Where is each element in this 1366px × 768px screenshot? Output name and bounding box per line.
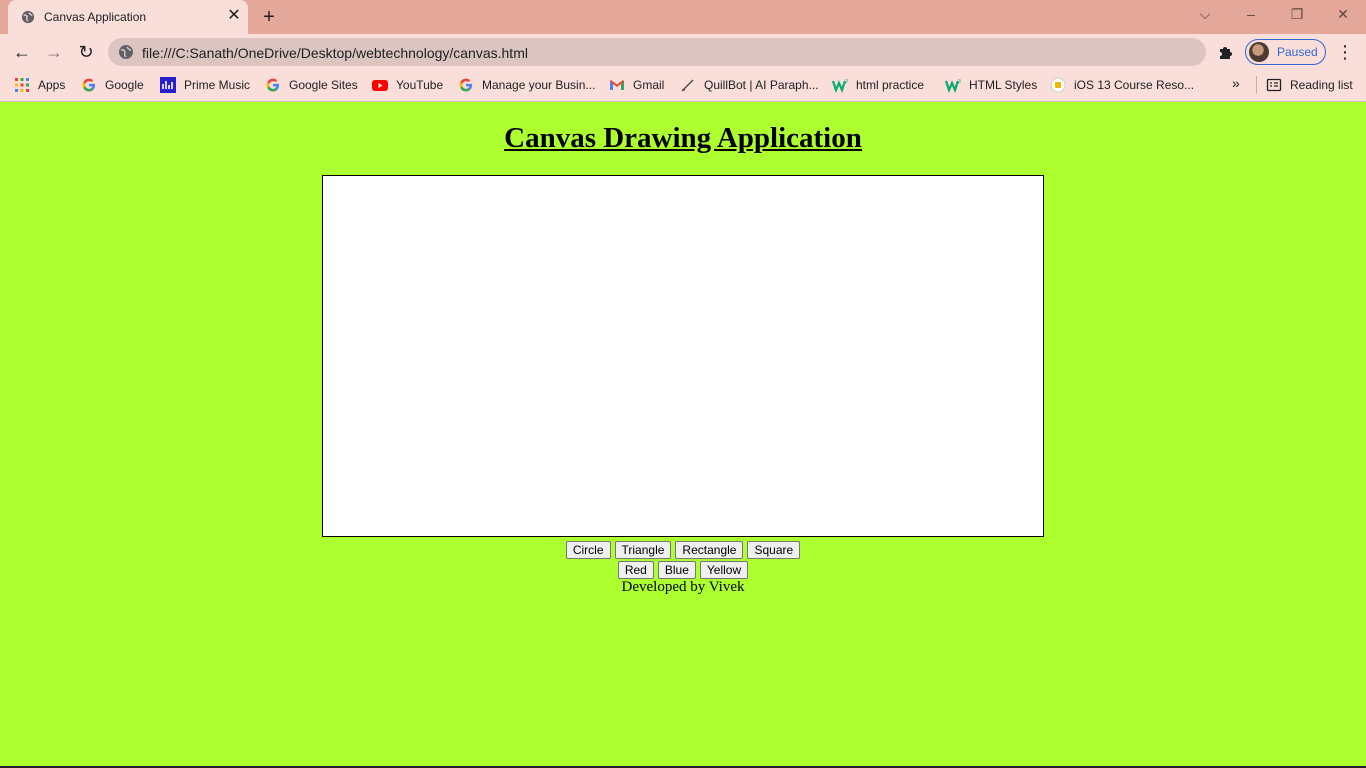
minimize-icon[interactable]: – <box>1236 4 1266 24</box>
profile-status: Paused <box>1277 45 1318 59</box>
quillbot-icon <box>681 79 694 92</box>
close-window-icon[interactable]: ✕ <box>1328 4 1358 24</box>
file-info-icon <box>119 45 133 59</box>
tab-search-icon[interactable]: ⌵ <box>1190 4 1220 24</box>
svg-text:3: 3 <box>958 79 961 85</box>
new-tab-icon[interactable]: + <box>258 6 280 28</box>
bookmarks-bar: Apps Google Prime Music Google Sites You… <box>0 68 1366 102</box>
apps-grid-icon <box>15 78 29 92</box>
bookmark-label: QuillBot | AI Paraph... <box>704 78 819 92</box>
rectangle-button[interactable]: Rectangle <box>675 541 744 559</box>
back-icon[interactable]: ← <box>10 40 34 64</box>
bookmark-ios-course[interactable]: iOS 13 Course Reso... <box>1050 75 1194 95</box>
profile-button[interactable]: Paused <box>1245 39 1326 65</box>
bookmark-label: Google <box>105 78 144 92</box>
youtube-icon <box>372 80 388 91</box>
prime-music-icon <box>160 77 176 93</box>
extensions-puzzle-icon[interactable] <box>1216 42 1236 62</box>
tab-canvas-application[interactable]: Canvas Application ✕ <box>8 0 248 34</box>
more-bookmarks-icon[interactable]: » <box>1232 75 1240 91</box>
google-icon <box>459 78 472 92</box>
course-icon <box>1050 77 1066 93</box>
bookmark-apps[interactable]: Apps <box>14 75 65 95</box>
reload-icon[interactable]: ↻ <box>74 40 98 64</box>
address-url: file:///C:Sanath/OneDrive/Desktop/webtec… <box>142 45 528 61</box>
bookmark-label: HTML Styles <box>969 78 1038 92</box>
bookmark-html-practice[interactable]: 3 html practice <box>832 75 924 95</box>
bookmark-youtube[interactable]: YouTube <box>372 75 443 95</box>
w3schools-icon: 3 <box>945 79 961 93</box>
blue-button[interactable]: Blue <box>657 561 696 579</box>
reading-list-icon <box>1266 78 1282 92</box>
bookmark-manage-business[interactable]: Manage your Busin... <box>458 75 595 95</box>
reading-list-button[interactable]: Reading list <box>1266 75 1353 95</box>
bookmark-google-sites[interactable]: Google Sites <box>265 75 358 95</box>
bookmark-label: Google Sites <box>289 78 358 92</box>
avatar <box>1249 42 1269 62</box>
google-icon <box>266 78 279 92</box>
page-title: Canvas Drawing Application <box>504 122 862 154</box>
w3schools-icon: 3 <box>832 79 848 93</box>
shape-button-row: Circle Triangle Rectangle Square <box>0 541 1366 559</box>
google-icon <box>82 78 95 92</box>
bookmark-prime-music[interactable]: Prime Music <box>160 75 250 95</box>
tab-title: Canvas Application <box>44 10 147 24</box>
reading-list-label: Reading list <box>1290 78 1353 92</box>
bookmark-label: YouTube <box>396 78 444 92</box>
bookmark-html-styles[interactable]: 3 HTML Styles <box>945 75 1037 95</box>
bookmarks-divider <box>1256 76 1257 94</box>
bookmark-label: Manage your Busin... <box>482 78 596 92</box>
bookmark-label: iOS 13 Course Reso... <box>1074 78 1195 92</box>
browser-menu-icon[interactable]: ⋮ <box>1336 40 1354 64</box>
svg-text:3: 3 <box>845 79 848 85</box>
drawing-canvas[interactable] <box>322 175 1044 537</box>
restore-icon[interactable]: ❐ <box>1282 4 1312 24</box>
bookmark-label: Apps <box>38 78 66 92</box>
developer-credit: Developed by Vivek <box>621 579 745 595</box>
bookmark-label: Gmail <box>633 78 665 92</box>
tab-strip: Canvas Application ✕ + ⌵ – ❐ ✕ <box>0 0 1366 34</box>
bookmark-label: Prime Music <box>184 78 251 92</box>
red-button[interactable]: Red <box>617 561 654 579</box>
close-tab-icon[interactable]: ✕ <box>226 8 242 24</box>
address-bar[interactable]: file:///C:Sanath/OneDrive/Desktop/webtec… <box>108 38 1206 66</box>
circle-button[interactable]: Circle <box>565 541 611 559</box>
gmail-icon <box>610 80 624 90</box>
bookmark-google[interactable]: Google <box>81 75 144 95</box>
bookmark-gmail[interactable]: Gmail <box>609 75 664 95</box>
forward-icon[interactable]: → <box>42 40 66 64</box>
yellow-button[interactable]: Yellow <box>699 561 749 579</box>
globe-icon <box>21 10 35 24</box>
triangle-button[interactable]: Triangle <box>614 541 672 559</box>
browser-chrome: Canvas Application ✕ + ⌵ – ❐ ✕ ← → ↻ fil… <box>0 0 1366 102</box>
square-button[interactable]: Square <box>747 541 801 559</box>
page-content: Canvas Drawing Application Circle Triang… <box>0 102 1366 768</box>
browser-toolbar: ← → ↻ file:///C:Sanath/OneDrive/Desktop/… <box>0 34 1366 68</box>
bookmark-quillbot[interactable]: QuillBot | AI Paraph... <box>680 75 819 95</box>
color-button-row: Red Blue Yellow <box>0 561 1366 579</box>
bookmark-label: html practice <box>856 78 925 92</box>
